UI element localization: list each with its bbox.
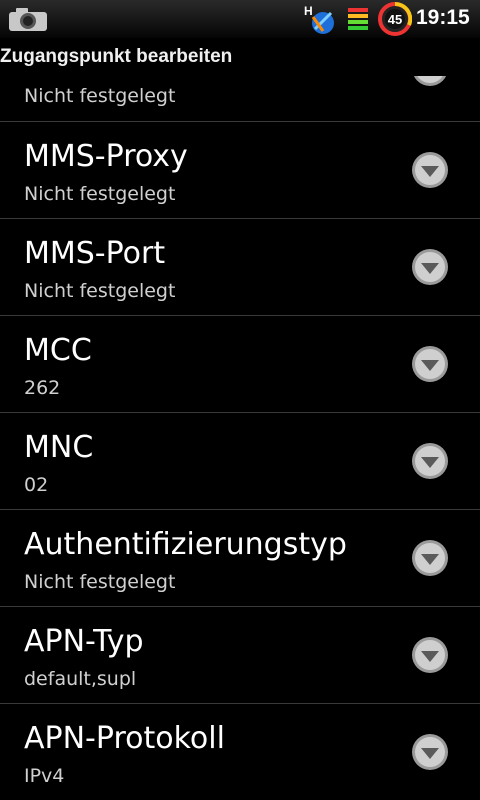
battery-list-icon bbox=[348, 8, 368, 30]
list-item-summary: 02 bbox=[24, 474, 49, 496]
dropdown-arrow-icon[interactable] bbox=[410, 635, 450, 675]
list-item-summary: Nicht festgelegt bbox=[24, 571, 176, 593]
list-item-label: APN-Protokoll bbox=[24, 721, 225, 756]
list-item-auth-type[interactable]: Authentifizierungstyp Nicht festgelegt bbox=[0, 510, 480, 607]
network-type-label: H bbox=[304, 4, 313, 18]
list-item-label: MMS-Proxy bbox=[24, 139, 188, 174]
list-item-label: MMS-Port bbox=[24, 236, 166, 271]
dropdown-arrow-icon[interactable] bbox=[410, 538, 450, 578]
list-item-mnc[interactable]: MNC 02 bbox=[0, 413, 480, 510]
list-item-label: Authentifizierungstyp bbox=[24, 527, 347, 562]
dropdown-arrow-icon[interactable] bbox=[410, 732, 450, 772]
list-item-summary: 262 bbox=[24, 377, 61, 399]
list-item-label: MCC bbox=[24, 333, 92, 368]
list-item-mcc[interactable]: MCC 262 bbox=[0, 316, 480, 413]
status-bar[interactable]: H 45 19:15 bbox=[0, 0, 480, 39]
title-bar: Zugangspunkt bearbeiten bbox=[0, 38, 480, 76]
list-item-label: APN-Typ bbox=[24, 624, 144, 659]
list-item-label: MNC bbox=[24, 430, 94, 465]
camera-icon bbox=[9, 8, 47, 31]
list-item-partial[interactable]: Nicht festgelegt bbox=[0, 76, 480, 122]
list-item-apn-type[interactable]: APN-Typ default,supl bbox=[0, 607, 480, 704]
dropdown-arrow-icon[interactable] bbox=[410, 441, 450, 481]
status-time: 19:15 bbox=[416, 6, 470, 29]
list-item-summary: Nicht festgelegt bbox=[24, 183, 176, 205]
network-signal-icon: H bbox=[304, 4, 334, 34]
dropdown-arrow-icon[interactable] bbox=[410, 150, 450, 190]
list-item-apn-protocol[interactable]: APN-Protokoll IPv4 bbox=[0, 704, 480, 800]
list-item-summary: IPv4 bbox=[24, 765, 65, 787]
dropdown-arrow-icon[interactable] bbox=[410, 247, 450, 287]
list-item-summary: default,supl bbox=[24, 668, 137, 690]
battery-level-label: 45 bbox=[388, 12, 402, 27]
page-title: Zugangspunkt bearbeiten bbox=[0, 46, 233, 67]
list-item-mms-port[interactable]: MMS-Port Nicht festgelegt bbox=[0, 219, 480, 316]
list-item-summary: Nicht festgelegt bbox=[24, 280, 176, 302]
list-item-mms-proxy[interactable]: MMS-Proxy Nicht festgelegt bbox=[0, 122, 480, 219]
battery-icon: 45 bbox=[378, 2, 412, 36]
apn-settings-list[interactable]: Nicht festgelegt MMS-Proxy Nicht festgel… bbox=[0, 76, 480, 800]
list-item-summary: Nicht festgelegt bbox=[24, 85, 176, 107]
dropdown-arrow-icon[interactable] bbox=[410, 344, 450, 384]
dropdown-arrow-icon[interactable] bbox=[410, 76, 450, 88]
